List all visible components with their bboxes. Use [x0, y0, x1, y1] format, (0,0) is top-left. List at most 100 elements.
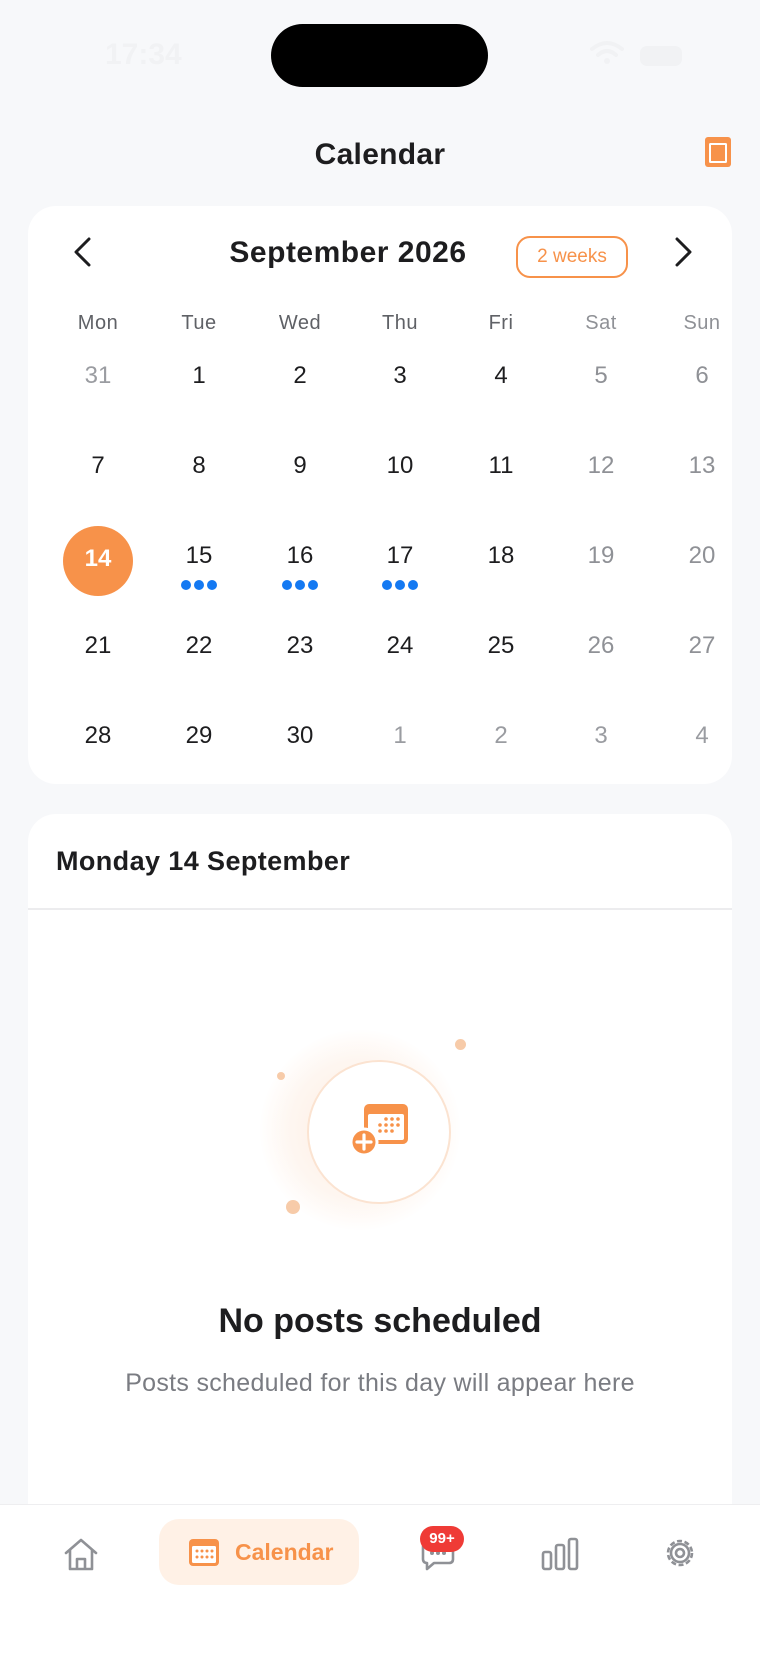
calendar-day[interactable]: 16 — [250, 526, 350, 606]
messages-badge: 99+ — [420, 1526, 464, 1552]
battery-icon — [640, 46, 682, 66]
page-title: Calendar — [314, 138, 446, 171]
calendar-day[interactable]: 19 — [551, 526, 651, 606]
range-toggle-button[interactable]: 2 weeks — [516, 236, 628, 278]
calendar-day[interactable]: 31 — [48, 346, 148, 426]
day-number: 15 — [185, 542, 213, 569]
day-number: 24 — [386, 632, 414, 659]
tab-home[interactable] — [56, 1519, 106, 1585]
day-number: 28 — [84, 722, 112, 749]
calendar-day[interactable]: 10 — [350, 436, 450, 516]
selected-day-title: Monday 14 September — [56, 846, 351, 876]
decorative-dot — [286, 1200, 300, 1214]
tab-stats[interactable] — [534, 1519, 584, 1585]
post-indicator-dots — [350, 580, 450, 590]
calendar-day[interactable]: 18 — [451, 526, 551, 606]
day-number: 23 — [286, 632, 314, 659]
status-bar: 17:34 — [0, 0, 760, 110]
calendar-day[interactable]: 2 — [451, 706, 551, 786]
day-number: 8 — [192, 452, 206, 479]
day-number: 4 — [494, 362, 508, 389]
calendar-day[interactable]: 7 — [48, 436, 148, 516]
empty-state-title: No posts scheduled — [218, 1302, 542, 1340]
weekday-tue: Tue — [181, 312, 217, 334]
day-number: 6 — [695, 362, 709, 389]
calendar-day[interactable]: 30 — [250, 706, 350, 786]
calendar-day[interactable]: 5 — [551, 346, 651, 426]
calendar-card: September 2026 2 weeks Mon Tue Wed Thu F… — [28, 206, 732, 784]
day-number: 26 — [587, 632, 615, 659]
app-header: Calendar — [0, 120, 760, 190]
calendar-day[interactable]: 24 — [350, 616, 450, 696]
calendar-day[interactable]: 1 — [350, 706, 450, 786]
calendar-day[interactable]: 23 — [250, 616, 350, 696]
day-detail-panel: Monday 14 September No posts scheduled P… — [28, 814, 732, 1514]
calendar-day[interactable]: 27 — [652, 616, 752, 696]
wifi-icon — [590, 41, 624, 64]
calendar-day[interactable]: 4 — [451, 346, 551, 426]
day-number: 1 — [192, 362, 206, 389]
month-title: September 2026 — [229, 236, 467, 269]
day-number: 31 — [84, 362, 112, 389]
weekday-sat: Sat — [585, 312, 617, 334]
day-number: 22 — [185, 632, 213, 659]
day-number: 3 — [594, 722, 608, 749]
next-month-button[interactable] — [664, 234, 700, 270]
calendar-day[interactable]: 25 — [451, 616, 551, 696]
day-number: 1 — [393, 722, 407, 749]
calendar-day[interactable]: 13 — [652, 436, 752, 516]
weekday-wed: Wed — [278, 312, 322, 334]
calendar-day[interactable]: 3 — [551, 706, 651, 786]
calendar-day[interactable]: 11 — [451, 436, 551, 516]
day-number: 9 — [293, 452, 307, 479]
calendar-day[interactable]: 17 — [350, 526, 450, 606]
calendar-day[interactable]: 21 — [48, 616, 148, 696]
weekday-fri: Fri — [488, 312, 514, 334]
day-number: 20 — [688, 542, 716, 569]
calendar-day[interactable]: 28 — [48, 706, 148, 786]
day-number: 17 — [386, 542, 414, 569]
calendar-add-icon — [349, 1104, 408, 1157]
previous-month-button[interactable] — [66, 234, 102, 270]
day-number: 18 — [487, 542, 515, 569]
calendar-day[interactable]: 4 — [652, 706, 752, 786]
calendar-day[interactable]: 8 — [149, 436, 249, 516]
calendar-day[interactable]: 1 — [149, 346, 249, 426]
calendar-day[interactable]: 15 — [149, 526, 249, 606]
gear-icon — [666, 1539, 694, 1567]
empty-state-subtitle: Posts scheduled for this day will appear… — [125, 1369, 635, 1397]
calendar-day[interactable]: 26 — [551, 616, 651, 696]
day-number: 13 — [688, 452, 716, 479]
calendar-day[interactable]: 12 — [551, 436, 651, 516]
calendar-view-icon[interactable] — [700, 134, 736, 170]
calendar-day-selected[interactable]: 14 — [48, 526, 148, 606]
weekday-mon: Mon — [77, 312, 119, 334]
day-number: 21 — [84, 632, 112, 659]
post-indicator-dots — [149, 580, 249, 590]
status-time: 17:34 — [105, 38, 182, 71]
weekday-thu: Thu — [382, 312, 418, 334]
day-number: 2 — [494, 722, 508, 749]
day-number: 30 — [286, 722, 314, 749]
dynamic-island — [271, 24, 488, 87]
tab-settings[interactable] — [656, 1519, 702, 1585]
calendar-day[interactable]: 2 — [250, 346, 350, 426]
calendar-day[interactable]: 9 — [250, 436, 350, 516]
day-number: 5 — [594, 362, 608, 389]
tab-bar: Calendar — [0, 1504, 760, 1653]
decorative-dot — [277, 1072, 285, 1080]
calendar-day[interactable]: 3 — [350, 346, 450, 426]
tab-calendar[interactable]: Calendar — [159, 1519, 359, 1585]
calendar-day[interactable]: 6 — [652, 346, 752, 426]
day-number: 10 — [386, 452, 414, 479]
post-indicator-dots — [250, 580, 350, 590]
calendar-day[interactable]: 22 — [149, 616, 249, 696]
day-number: 12 — [587, 452, 615, 479]
divider — [28, 908, 732, 910]
calendar-day[interactable]: 29 — [149, 706, 249, 786]
calendar-day[interactable]: 20 — [652, 526, 752, 606]
decorative-dot — [455, 1039, 466, 1050]
day-number: 11 — [488, 452, 514, 479]
day-number: 7 — [91, 452, 105, 479]
weekday-sun: Sun — [683, 312, 721, 334]
